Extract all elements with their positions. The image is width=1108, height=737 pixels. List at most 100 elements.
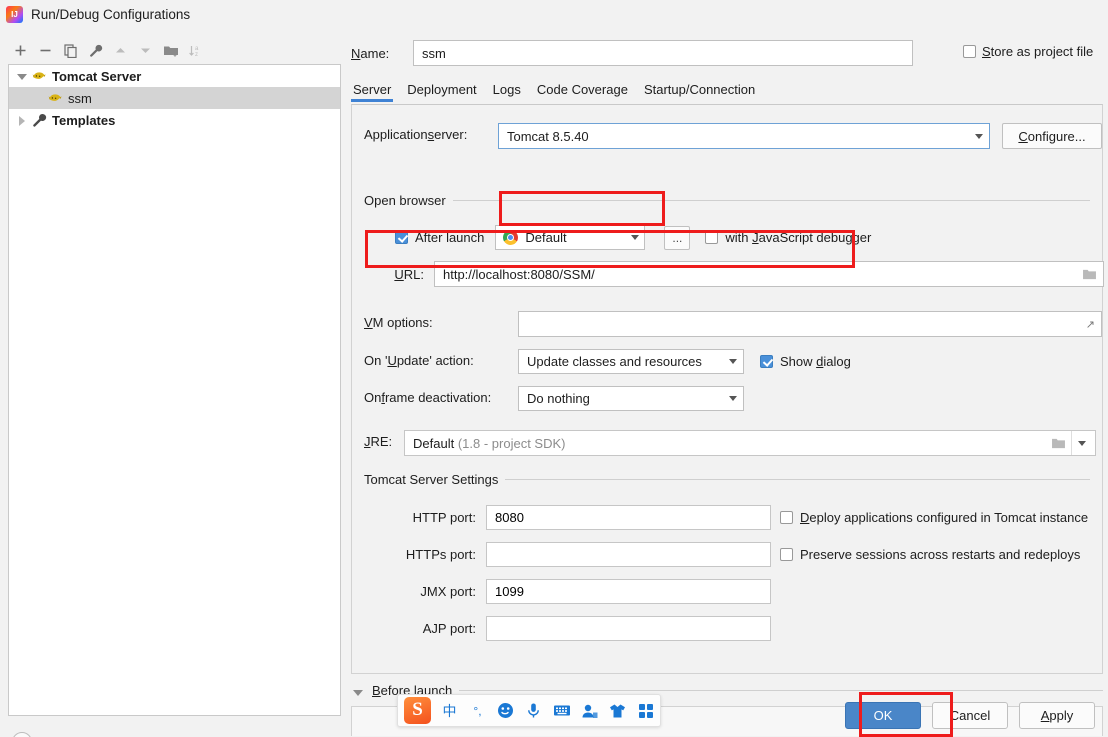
browse-folder-icon[interactable] — [1082, 268, 1097, 280]
on-frame-deactivation-select[interactable]: Do nothing — [518, 386, 744, 411]
configurations-left-panel: a z Tomcat Server ssm Templates — [0, 28, 345, 737]
tree-item-templates[interactable]: Templates — [9, 109, 340, 131]
http-port-row: HTTP port: — [364, 505, 771, 530]
move-up-icon[interactable] — [108, 39, 133, 61]
https-port-input[interactable] — [486, 542, 771, 567]
copy-icon[interactable] — [58, 39, 83, 61]
window-title: Run/Debug Configurations — [31, 6, 191, 22]
open-browser-group-header: Open browser — [364, 193, 1090, 208]
configurations-tree[interactable]: Tomcat Server ssm Templates — [8, 64, 341, 716]
chevron-down-icon — [729, 396, 737, 401]
ok-button[interactable]: OK — [845, 702, 921, 729]
jre-hint: (1.8 - project SDK) — [457, 435, 566, 451]
application-server-select[interactable]: Tomcat 8.5.40 — [498, 123, 990, 149]
url-input[interactable]: http://localhost:8080/SSM/ — [434, 261, 1104, 287]
edit-templates-wrench-icon[interactable] — [83, 39, 108, 61]
name-label: Name: — [351, 45, 390, 61]
chevron-right-icon[interactable] — [15, 113, 29, 127]
store-as-project-file-checkbox[interactable]: Store as project file — [963, 44, 1093, 59]
browser-select[interactable]: Default — [495, 225, 646, 250]
run-debug-configurations-dialog: Run/Debug Configurations — [0, 0, 1108, 737]
remove-icon[interactable] — [33, 39, 58, 61]
tree-item-tomcat-server[interactable]: Tomcat Server — [9, 65, 340, 87]
js-debugger-checkbox[interactable]: with JavaScript debugger — [705, 230, 871, 245]
tab-bar[interactable]: Server Deployment Logs Code Coverage Sta… — [351, 76, 1101, 102]
tab-code-coverage[interactable]: Code Coverage — [535, 82, 630, 102]
chevron-down-icon — [729, 359, 737, 364]
deploy-applications-label: Deploy applications configured in Tomcat… — [800, 510, 1089, 525]
apply-button[interactable]: Apply — [1019, 702, 1095, 729]
move-down-icon[interactable] — [133, 39, 158, 61]
preserve-sessions-label: Preserve sessions across restarts and re… — [800, 547, 1081, 562]
tab-deployment[interactable]: Deployment — [405, 82, 478, 102]
tab-logs[interactable]: Logs — [491, 82, 523, 102]
svg-text:z: z — [195, 52, 198, 58]
punctuation-mode-icon[interactable]: °, — [468, 701, 487, 720]
tomcat-cat-icon — [48, 94, 62, 101]
chinese-mode-icon[interactable]: 中 — [440, 701, 459, 720]
chevron-down-icon[interactable] — [15, 69, 29, 83]
new-folder-icon[interactable] — [158, 39, 183, 61]
store-as-project-file-label: Store as project file — [982, 44, 1094, 59]
name-input[interactable] — [413, 40, 913, 66]
configure-button[interactable]: Configure... — [1002, 123, 1102, 149]
chevron-down-icon — [631, 235, 640, 240]
jre-label: J RE: — [364, 434, 393, 449]
chrome-icon — [503, 230, 519, 245]
emoji-icon[interactable] — [496, 701, 515, 720]
chevron-down-icon — [1077, 440, 1086, 446]
ajp-port-row: AJP port: — [364, 616, 771, 641]
browser-value: Default — [525, 230, 567, 245]
user-account-icon[interactable] — [580, 701, 599, 720]
ajp-port-input[interactable] — [486, 616, 771, 641]
checkbox-box[interactable] — [760, 355, 773, 368]
vm-options-label: VM options: — [364, 315, 433, 330]
add-icon[interactable] — [8, 39, 33, 61]
configuration-editor-panel: Name: Store as project file Server Deplo… — [345, 28, 1108, 737]
on-update-action-select[interactable]: Update classes and resources — [518, 349, 744, 374]
vm-options-input[interactable]: ↗ — [518, 311, 1102, 337]
jre-dropdown-button[interactable] — [1071, 431, 1091, 455]
tomcat-server-settings-group-header: Tomcat Server Settings — [364, 472, 1090, 487]
server-tab-content: Application s erver: Tomcat 8.5.40 Config… — [351, 104, 1104, 674]
checkbox-box[interactable] — [780, 511, 793, 524]
jmx-port-label: JMX port: — [420, 584, 476, 599]
cancel-button[interactable]: Cancel — [932, 702, 1008, 729]
sogou-logo-icon[interactable]: S — [404, 697, 431, 724]
sort-alphabetically-icon[interactable]: a z — [183, 39, 208, 61]
jre-input[interactable]: Default (1.8 - project SDK) — [404, 430, 1096, 456]
skin-icon[interactable] — [608, 701, 627, 720]
jre-value-group: Default (1.8 - project SDK) — [413, 436, 1046, 451]
jmx-port-input[interactable] — [486, 579, 771, 604]
show-dialog-checkbox[interactable]: Show dialog — [760, 354, 851, 369]
checkbox-box[interactable] — [963, 45, 976, 58]
http-port-input[interactable] — [486, 505, 771, 530]
sogou-input-method-toolbar[interactable]: S 中 °, — [397, 694, 661, 727]
browse-folder-icon[interactable] — [1051, 437, 1066, 449]
url-value: http://localhost:8080/SSM/ — [443, 266, 595, 282]
toolbox-grid-icon[interactable] — [636, 701, 655, 720]
tab-server[interactable]: Server — [351, 82, 394, 102]
tree-toolbar: a z — [8, 38, 338, 62]
group-divider — [452, 200, 1090, 201]
tab-startup-connection[interactable]: Startup/Connection — [642, 82, 757, 102]
tree-item-label: ssm — [68, 90, 92, 106]
chevron-down-icon[interactable] — [351, 685, 363, 697]
group-divider — [505, 479, 1090, 480]
preserve-sessions-checkbox[interactable]: Preserve sessions across restarts and re… — [780, 547, 1080, 562]
show-dialog-label: Show dialog — [780, 354, 851, 369]
soft-keyboard-icon[interactable] — [552, 701, 571, 720]
after-launch-label: After launch — [415, 230, 485, 245]
after-launch-checkbox[interactable] — [395, 231, 408, 244]
checkbox-box[interactable] — [705, 231, 719, 244]
http-port-label: HTTP port: — [412, 510, 476, 525]
chevron-down-icon — [975, 133, 983, 139]
voice-input-icon[interactable] — [524, 701, 543, 720]
expand-editor-icon[interactable]: ↗ — [1086, 318, 1095, 331]
deploy-applications-checkbox[interactable]: Deploy applications configured in Tomcat… — [780, 510, 1088, 525]
browser-settings-button[interactable]: ... — [664, 225, 691, 250]
checkbox-box[interactable] — [780, 548, 793, 561]
help-button[interactable]: ? — [12, 732, 32, 737]
tomcat-server-settings-label: Tomcat Server Settings — [364, 472, 499, 487]
tree-item-ssm[interactable]: ssm — [9, 87, 340, 109]
